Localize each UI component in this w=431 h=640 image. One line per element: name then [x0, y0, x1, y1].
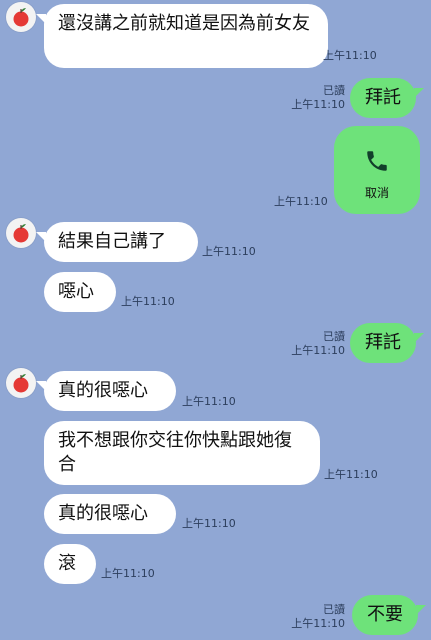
message-text: 不要 — [367, 604, 403, 625]
read-receipt: 已讀 — [323, 84, 345, 97]
message-bubble-outgoing[interactable]: 不要 — [352, 595, 418, 635]
message-bubble-incoming[interactable]: 真的很噁心 — [44, 494, 176, 534]
bubble-tail — [414, 88, 424, 98]
bubble-tail — [414, 333, 424, 343]
message-text: 真的很噁心 — [58, 503, 148, 524]
message-text: 噁心 — [58, 281, 94, 302]
message-time: 上午11:10 — [121, 295, 175, 308]
message-bubble-incoming[interactable]: 結果自己講了 — [44, 222, 198, 262]
message-time: 上午11:10 — [101, 567, 155, 580]
message-text: 真的很噁心 — [58, 380, 148, 401]
avatar[interactable] — [6, 368, 36, 398]
apple-icon — [13, 374, 29, 393]
message-bubble-outgoing[interactable]: 拜託 — [350, 78, 416, 118]
bubble-tail — [416, 605, 426, 615]
avatar[interactable] — [6, 218, 36, 248]
message-bubble-incoming[interactable]: 噁心 — [44, 272, 116, 312]
message-meta: 已讀 上午11:10 — [287, 84, 345, 112]
call-card[interactable]: 取消 — [334, 126, 420, 214]
message-time: 上午11:10 — [202, 245, 256, 258]
message-meta: 已讀 上午11:10 — [287, 330, 345, 358]
message-time: 上午11:10 — [291, 617, 345, 630]
message-time: 上午11:10 — [182, 395, 236, 408]
read-receipt: 已讀 — [323, 330, 345, 343]
message-time: 上午11:10 — [323, 49, 377, 62]
phone-icon — [367, 151, 387, 171]
read-receipt: 已讀 — [323, 603, 345, 616]
message-bubble-incoming[interactable]: 滾 — [44, 544, 96, 584]
message-bubble-incoming[interactable]: 我不想跟你交往你快點跟她復合 — [44, 421, 320, 485]
message-time: 上午11:10 — [274, 195, 328, 208]
message-time: 上午11:10 — [291, 98, 345, 111]
message-text: 拜託 — [365, 332, 401, 353]
apple-icon — [13, 8, 29, 27]
avatar[interactable] — [6, 2, 36, 32]
message-time: 上午11:10 — [324, 468, 378, 481]
message-text: 結果自己講了 — [58, 231, 166, 252]
message-time: 上午11:10 — [291, 344, 345, 357]
message-time: 上午11:10 — [182, 517, 236, 530]
message-text: 我不想跟你交往你快點跟她復合 — [58, 430, 292, 475]
message-bubble-incoming[interactable]: 還沒講之前就知道是因為前女友 — [44, 4, 328, 68]
message-bubble-incoming[interactable]: 真的很噁心 — [44, 371, 176, 411]
message-text: 還沒講之前就知道是因為前女友 — [58, 13, 310, 34]
message-meta: 已讀 上午11:10 — [287, 603, 345, 631]
message-text: 滾 — [58, 553, 76, 574]
call-status-label: 取消 — [364, 186, 389, 200]
message-text: 拜託 — [365, 87, 401, 108]
message-bubble-outgoing[interactable]: 拜託 — [350, 323, 416, 363]
apple-icon — [13, 224, 29, 243]
